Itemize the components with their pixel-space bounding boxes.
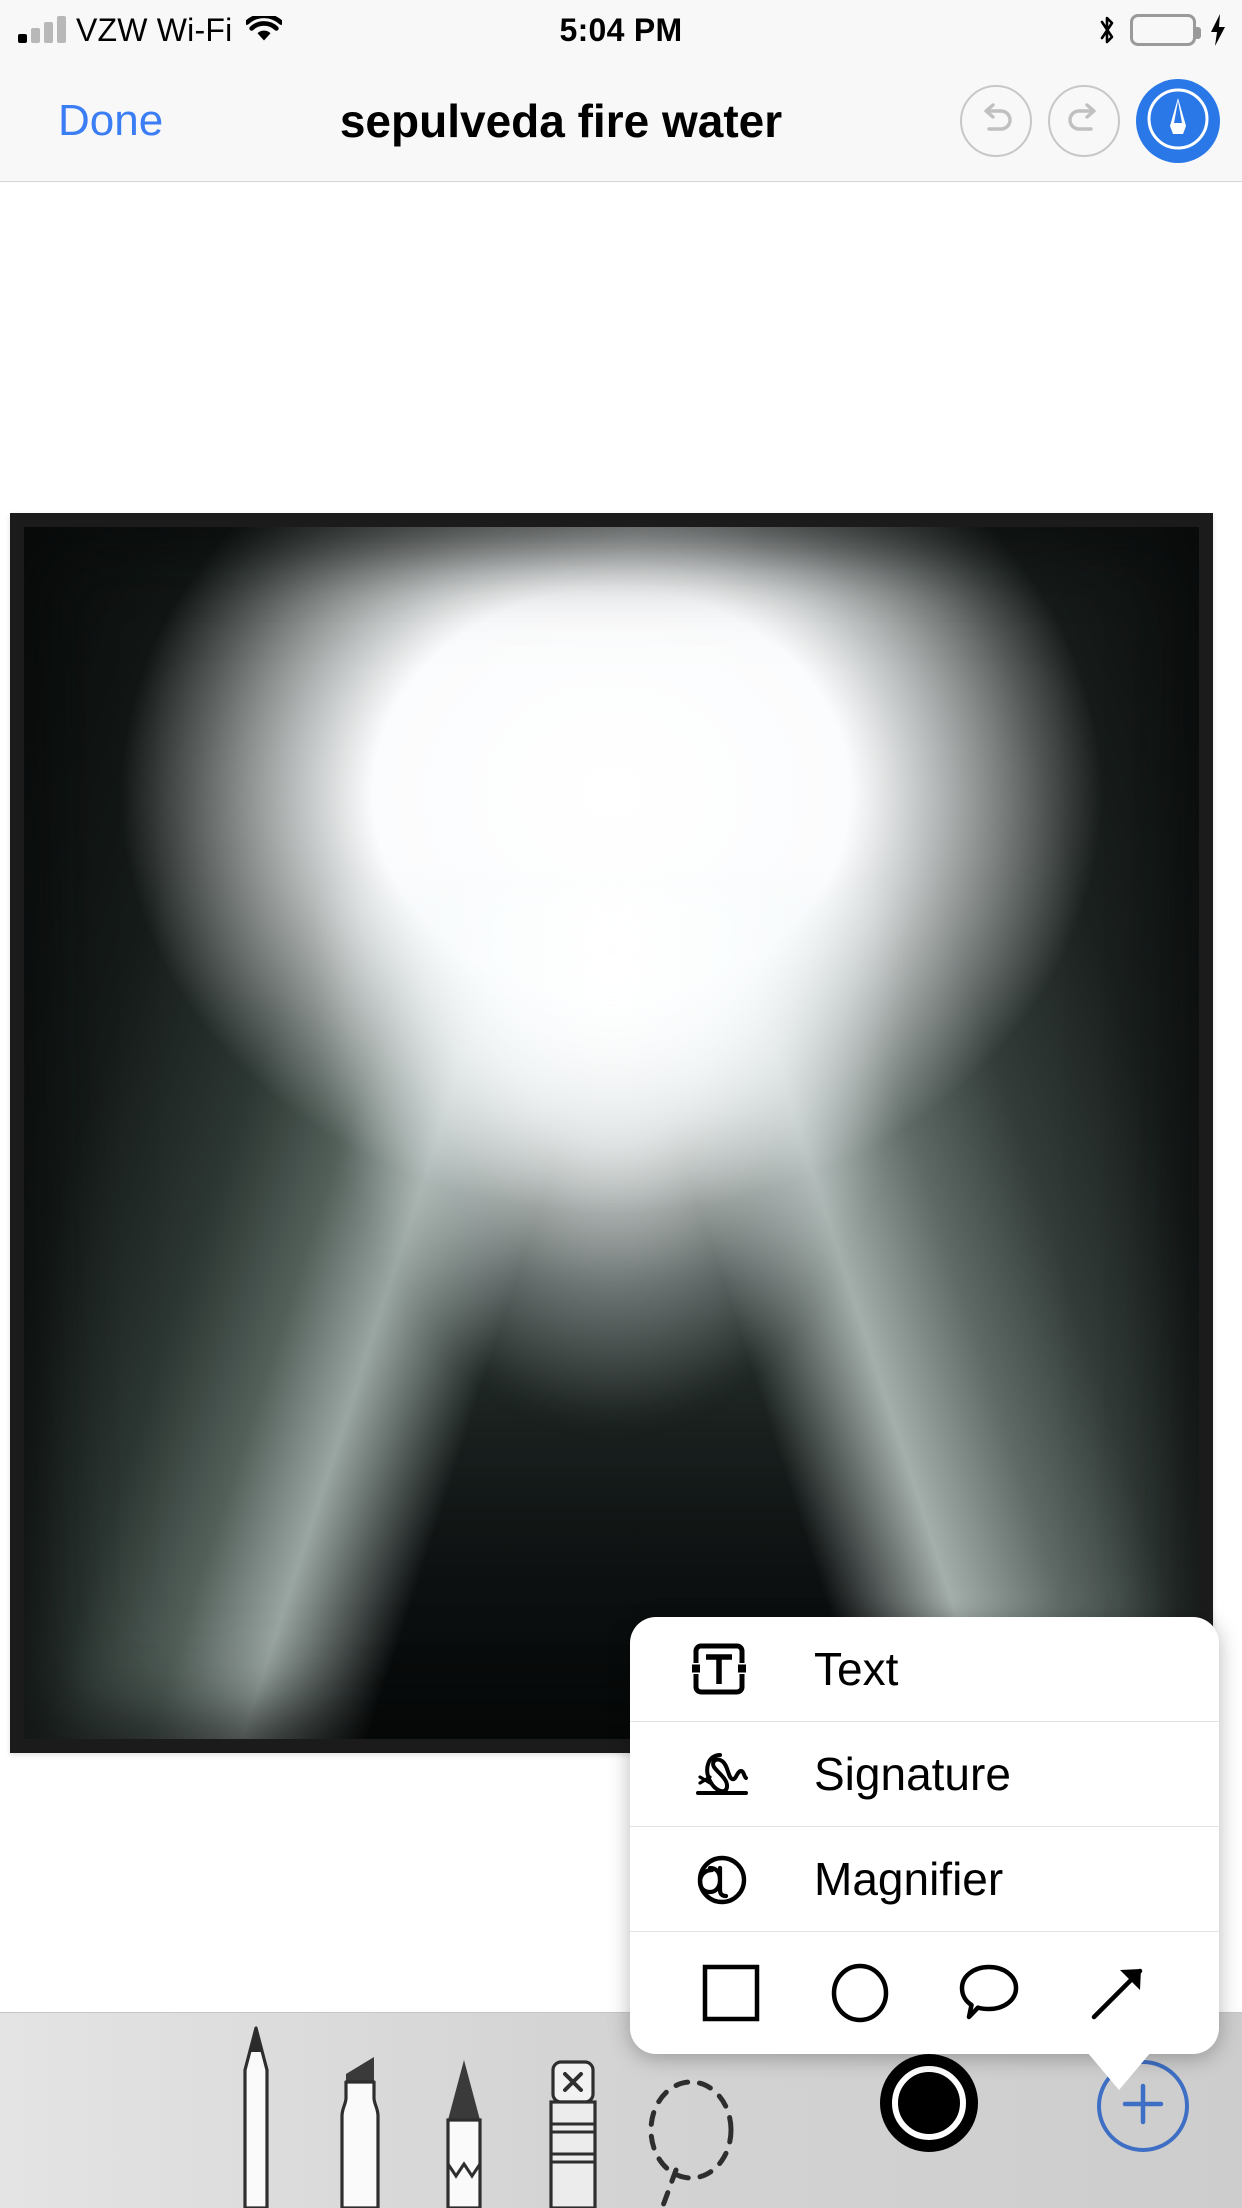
redo-icon — [1061, 96, 1107, 147]
eraser-icon — [508, 2012, 628, 2208]
carrier-label: VZW Wi-Fi — [76, 11, 233, 48]
undo-button[interactable] — [960, 85, 1032, 157]
popup-item-text[interactable]: Text — [630, 1617, 1219, 1722]
status-bar-right — [1096, 0, 1228, 60]
highlighter-tool[interactable] — [300, 2012, 420, 2208]
circle-shape-icon[interactable] — [812, 1945, 908, 2041]
markup-toggle-button[interactable] — [1136, 79, 1220, 163]
signature-icon — [676, 1737, 762, 1811]
bluetooth-icon — [1096, 13, 1118, 47]
done-button[interactable]: Done — [58, 60, 163, 182]
color-swatch-button[interactable] — [880, 2054, 978, 2152]
magnifier-loupe-icon — [676, 1842, 762, 1916]
add-annotation-popup: Text Signature Magnifier — [630, 1617, 1219, 2090]
undo-icon — [973, 96, 1019, 147]
popup-shapes-row — [630, 1932, 1219, 2054]
popup-item-label: Signature — [814, 1748, 1011, 1800]
speech-bubble-shape-icon[interactable] — [941, 1945, 1037, 2041]
pen-icon — [196, 2012, 316, 2208]
status-bar: VZW Wi-Fi 5:04 PM — [0, 0, 1242, 60]
pencil-tool[interactable] — [404, 2012, 524, 2208]
arrow-shape-icon[interactable] — [1070, 1945, 1166, 2041]
popup-item-magnifier[interactable]: Magnifier — [630, 1827, 1219, 1932]
navigation-bar: Done sepulveda fire water — [0, 60, 1242, 182]
clock: 5:04 PM — [559, 11, 683, 48]
markup-editor-screen: VZW Wi-Fi 5:04 PM Done sepulveda fire wa… — [0, 0, 1242, 2208]
text-box-icon — [676, 1632, 762, 1706]
battery-icon — [1130, 14, 1201, 46]
popup-item-label: Text — [814, 1643, 899, 1695]
redo-button[interactable] — [1048, 85, 1120, 157]
photo-content — [24, 527, 1199, 1739]
status-bar-left: VZW Wi-Fi — [18, 0, 284, 60]
navigation-actions — [960, 60, 1220, 182]
pen-tool[interactable] — [196, 2012, 316, 2208]
highlighter-icon — [300, 2012, 420, 2208]
charging-bolt-icon — [1208, 13, 1228, 47]
wifi-icon — [245, 13, 284, 44]
eraser-tool[interactable] — [508, 2012, 628, 2208]
cellular-signal-icon — [18, 16, 66, 43]
popup-tail — [1087, 2052, 1151, 2090]
color-swatch-icon — [892, 2066, 966, 2140]
markup-pen-icon — [1141, 82, 1215, 161]
popup-item-label: Magnifier — [814, 1853, 1004, 1905]
photo-image[interactable] — [10, 513, 1213, 1753]
pencil-icon — [404, 2012, 524, 2208]
popup-item-signature[interactable]: Signature — [630, 1722, 1219, 1827]
square-shape-icon[interactable] — [683, 1945, 779, 2041]
